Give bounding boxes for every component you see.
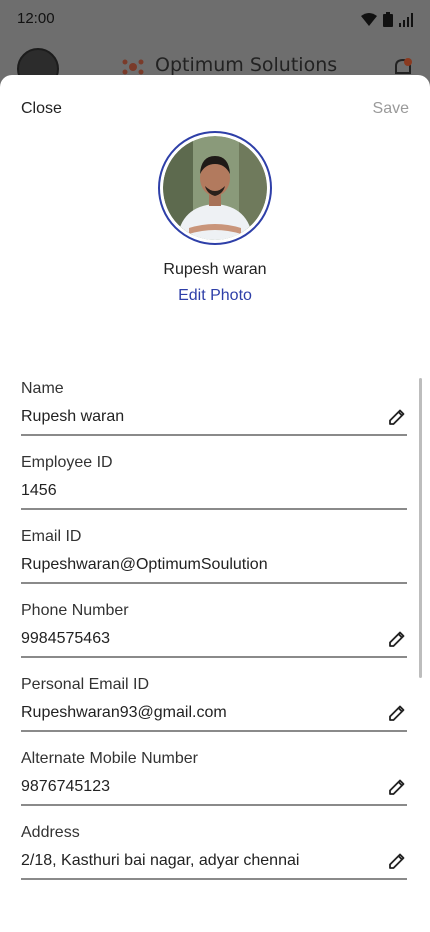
form-field: Employee ID 1456: [21, 452, 407, 526]
profile-photo[interactable]: [158, 131, 272, 245]
field-label: Email ID: [21, 528, 82, 545]
edit-profile-sheet: Close Save Rupesh waran Edit Photo Name R…: [0, 75, 430, 932]
form-field: Address 2/18, Kasthuri bai nagar, adyar c…: [21, 822, 407, 896]
form-field: Phone Number 9984575463: [21, 600, 407, 674]
status-time: 12:00: [17, 10, 55, 27]
signal-icon: [399, 12, 413, 27]
field-underline: [21, 656, 407, 658]
edit-photo-link[interactable]: Edit Photo: [0, 287, 430, 305]
close-button[interactable]: Close: [21, 100, 62, 118]
field-input[interactable]: 2/18, Kasthuri bai nagar, adyar chennai: [21, 852, 381, 870]
wifi-icon: [361, 12, 377, 26]
pencil-icon[interactable]: [388, 852, 406, 870]
brand-name: Optimum Solutions: [155, 54, 338, 76]
field-label: Employee ID: [21, 454, 113, 471]
scrollbar[interactable]: [419, 378, 422, 678]
field-label: Phone Number: [21, 602, 129, 619]
profile-form: Name Rupesh waran Employee ID 1456 Email ID R…: [21, 378, 407, 896]
pencil-icon[interactable]: [388, 408, 406, 426]
field-underline: [21, 804, 407, 806]
field-label: Personal Email ID: [21, 676, 150, 693]
field-underline: [21, 582, 407, 584]
field-label: Address: [21, 824, 80, 841]
field-input[interactable]: 9876745123: [21, 778, 381, 796]
field-label: Alternate Mobile Number: [21, 750, 198, 767]
pencil-icon[interactable]: [388, 778, 406, 796]
field-underline: [21, 434, 407, 436]
field-input[interactable]: Rupesh waran: [21, 408, 381, 426]
field-input[interactable]: 9984575463: [21, 630, 381, 648]
field-label: Name: [21, 380, 64, 397]
status-icons: [361, 12, 413, 27]
field-input[interactable]: Rupeshwaran93@gmail.com: [21, 704, 381, 722]
pencil-icon[interactable]: [388, 704, 406, 722]
field-underline: [21, 878, 407, 880]
field-underline: [21, 730, 407, 732]
field-input: 1456: [21, 482, 57, 499]
pencil-icon[interactable]: [388, 630, 406, 648]
field-input: Rupeshwaran@OptimumSoulution: [21, 556, 268, 573]
field-underline: [21, 508, 407, 510]
status-bar: 12:00: [0, 0, 430, 40]
profile-name: Rupesh waran: [163, 261, 267, 278]
form-field: Name Rupesh waran: [21, 378, 407, 452]
avatar: [163, 136, 267, 240]
battery-icon: [383, 12, 393, 27]
save-button[interactable]: Save: [373, 100, 409, 118]
form-field: Email ID Rupeshwaran@OptimumSoulution: [21, 526, 407, 600]
form-field: Alternate Mobile Number 9876745123: [21, 748, 407, 822]
form-field: Personal Email ID Rupeshwaran93@gmail.com: [21, 674, 407, 748]
